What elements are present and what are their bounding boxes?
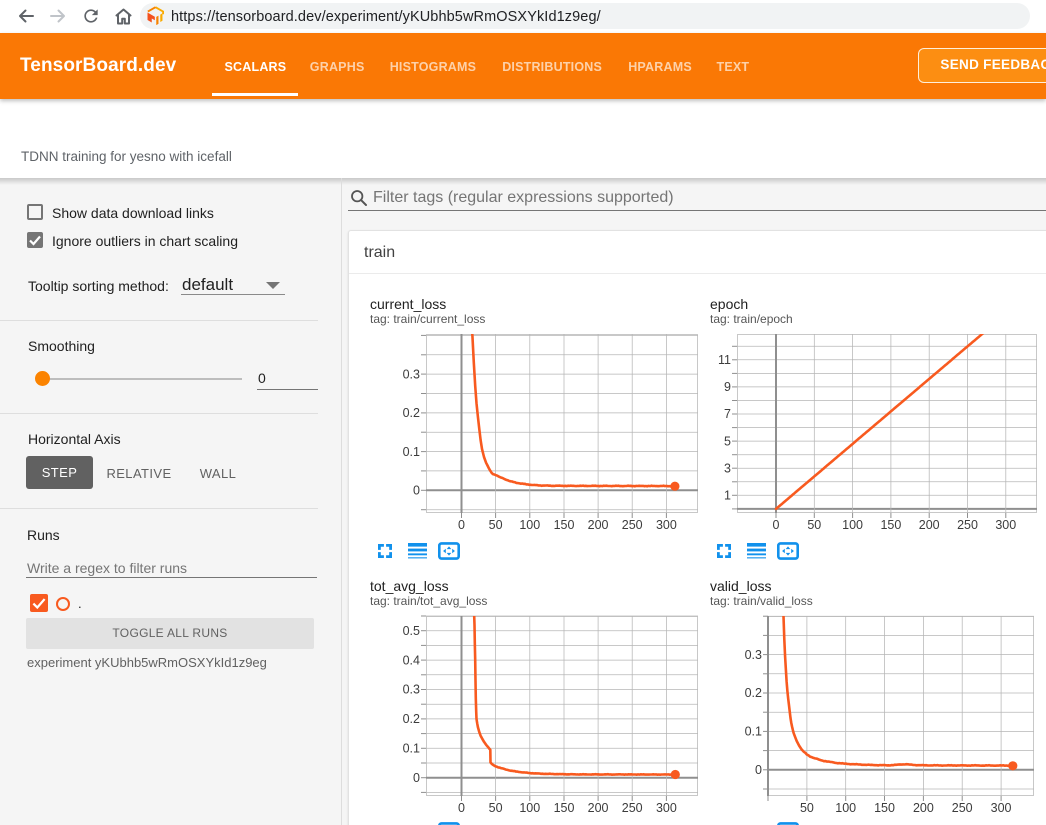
- svg-text:0: 0: [413, 484, 420, 498]
- svg-text:50: 50: [800, 801, 814, 815]
- svg-text:0.1: 0.1: [403, 742, 420, 756]
- svg-text:300: 300: [656, 518, 677, 532]
- svg-text:100: 100: [842, 518, 863, 532]
- svg-text:300: 300: [995, 518, 1016, 532]
- svg-text:0.1: 0.1: [745, 725, 762, 739]
- svg-text:250: 250: [957, 518, 978, 532]
- svg-text:200: 200: [588, 518, 609, 532]
- svg-text:5: 5: [724, 434, 731, 448]
- svg-text:250: 250: [952, 801, 973, 815]
- svg-text:50: 50: [489, 518, 503, 532]
- svg-text:9: 9: [724, 380, 731, 394]
- svg-text:0.5: 0.5: [403, 624, 420, 638]
- svg-text:0: 0: [755, 763, 762, 777]
- svg-text:0.2: 0.2: [403, 406, 420, 420]
- svg-text:0: 0: [458, 518, 465, 532]
- svg-text:3: 3: [724, 461, 731, 475]
- svg-text:150: 150: [880, 518, 901, 532]
- svg-text:250: 250: [622, 801, 643, 815]
- svg-text:0.3: 0.3: [403, 367, 420, 381]
- svg-text:11: 11: [718, 353, 731, 367]
- svg-text:0.1: 0.1: [403, 445, 420, 459]
- svg-text:100: 100: [519, 801, 540, 815]
- svg-text:200: 200: [913, 801, 934, 815]
- svg-text:0.3: 0.3: [745, 648, 762, 662]
- svg-text:100: 100: [519, 518, 540, 532]
- svg-text:1: 1: [724, 489, 731, 503]
- svg-text:150: 150: [554, 801, 575, 815]
- svg-text:50: 50: [489, 801, 503, 815]
- svg-text:200: 200: [919, 518, 940, 532]
- svg-text:100: 100: [835, 801, 856, 815]
- svg-text:0: 0: [773, 518, 780, 532]
- svg-text:150: 150: [554, 518, 575, 532]
- svg-text:250: 250: [622, 518, 643, 532]
- svg-text:150: 150: [874, 801, 895, 815]
- svg-text:300: 300: [991, 801, 1012, 815]
- svg-text:50: 50: [807, 518, 821, 532]
- svg-text:300: 300: [656, 801, 677, 815]
- svg-text:0.4: 0.4: [403, 653, 420, 667]
- svg-text:200: 200: [588, 801, 609, 815]
- svg-text:0.2: 0.2: [403, 712, 420, 726]
- svg-text:0.2: 0.2: [745, 686, 762, 700]
- svg-text:0: 0: [413, 771, 420, 785]
- svg-text:0: 0: [458, 801, 465, 815]
- svg-text:0.3: 0.3: [403, 683, 420, 697]
- svg-text:7: 7: [724, 407, 731, 421]
